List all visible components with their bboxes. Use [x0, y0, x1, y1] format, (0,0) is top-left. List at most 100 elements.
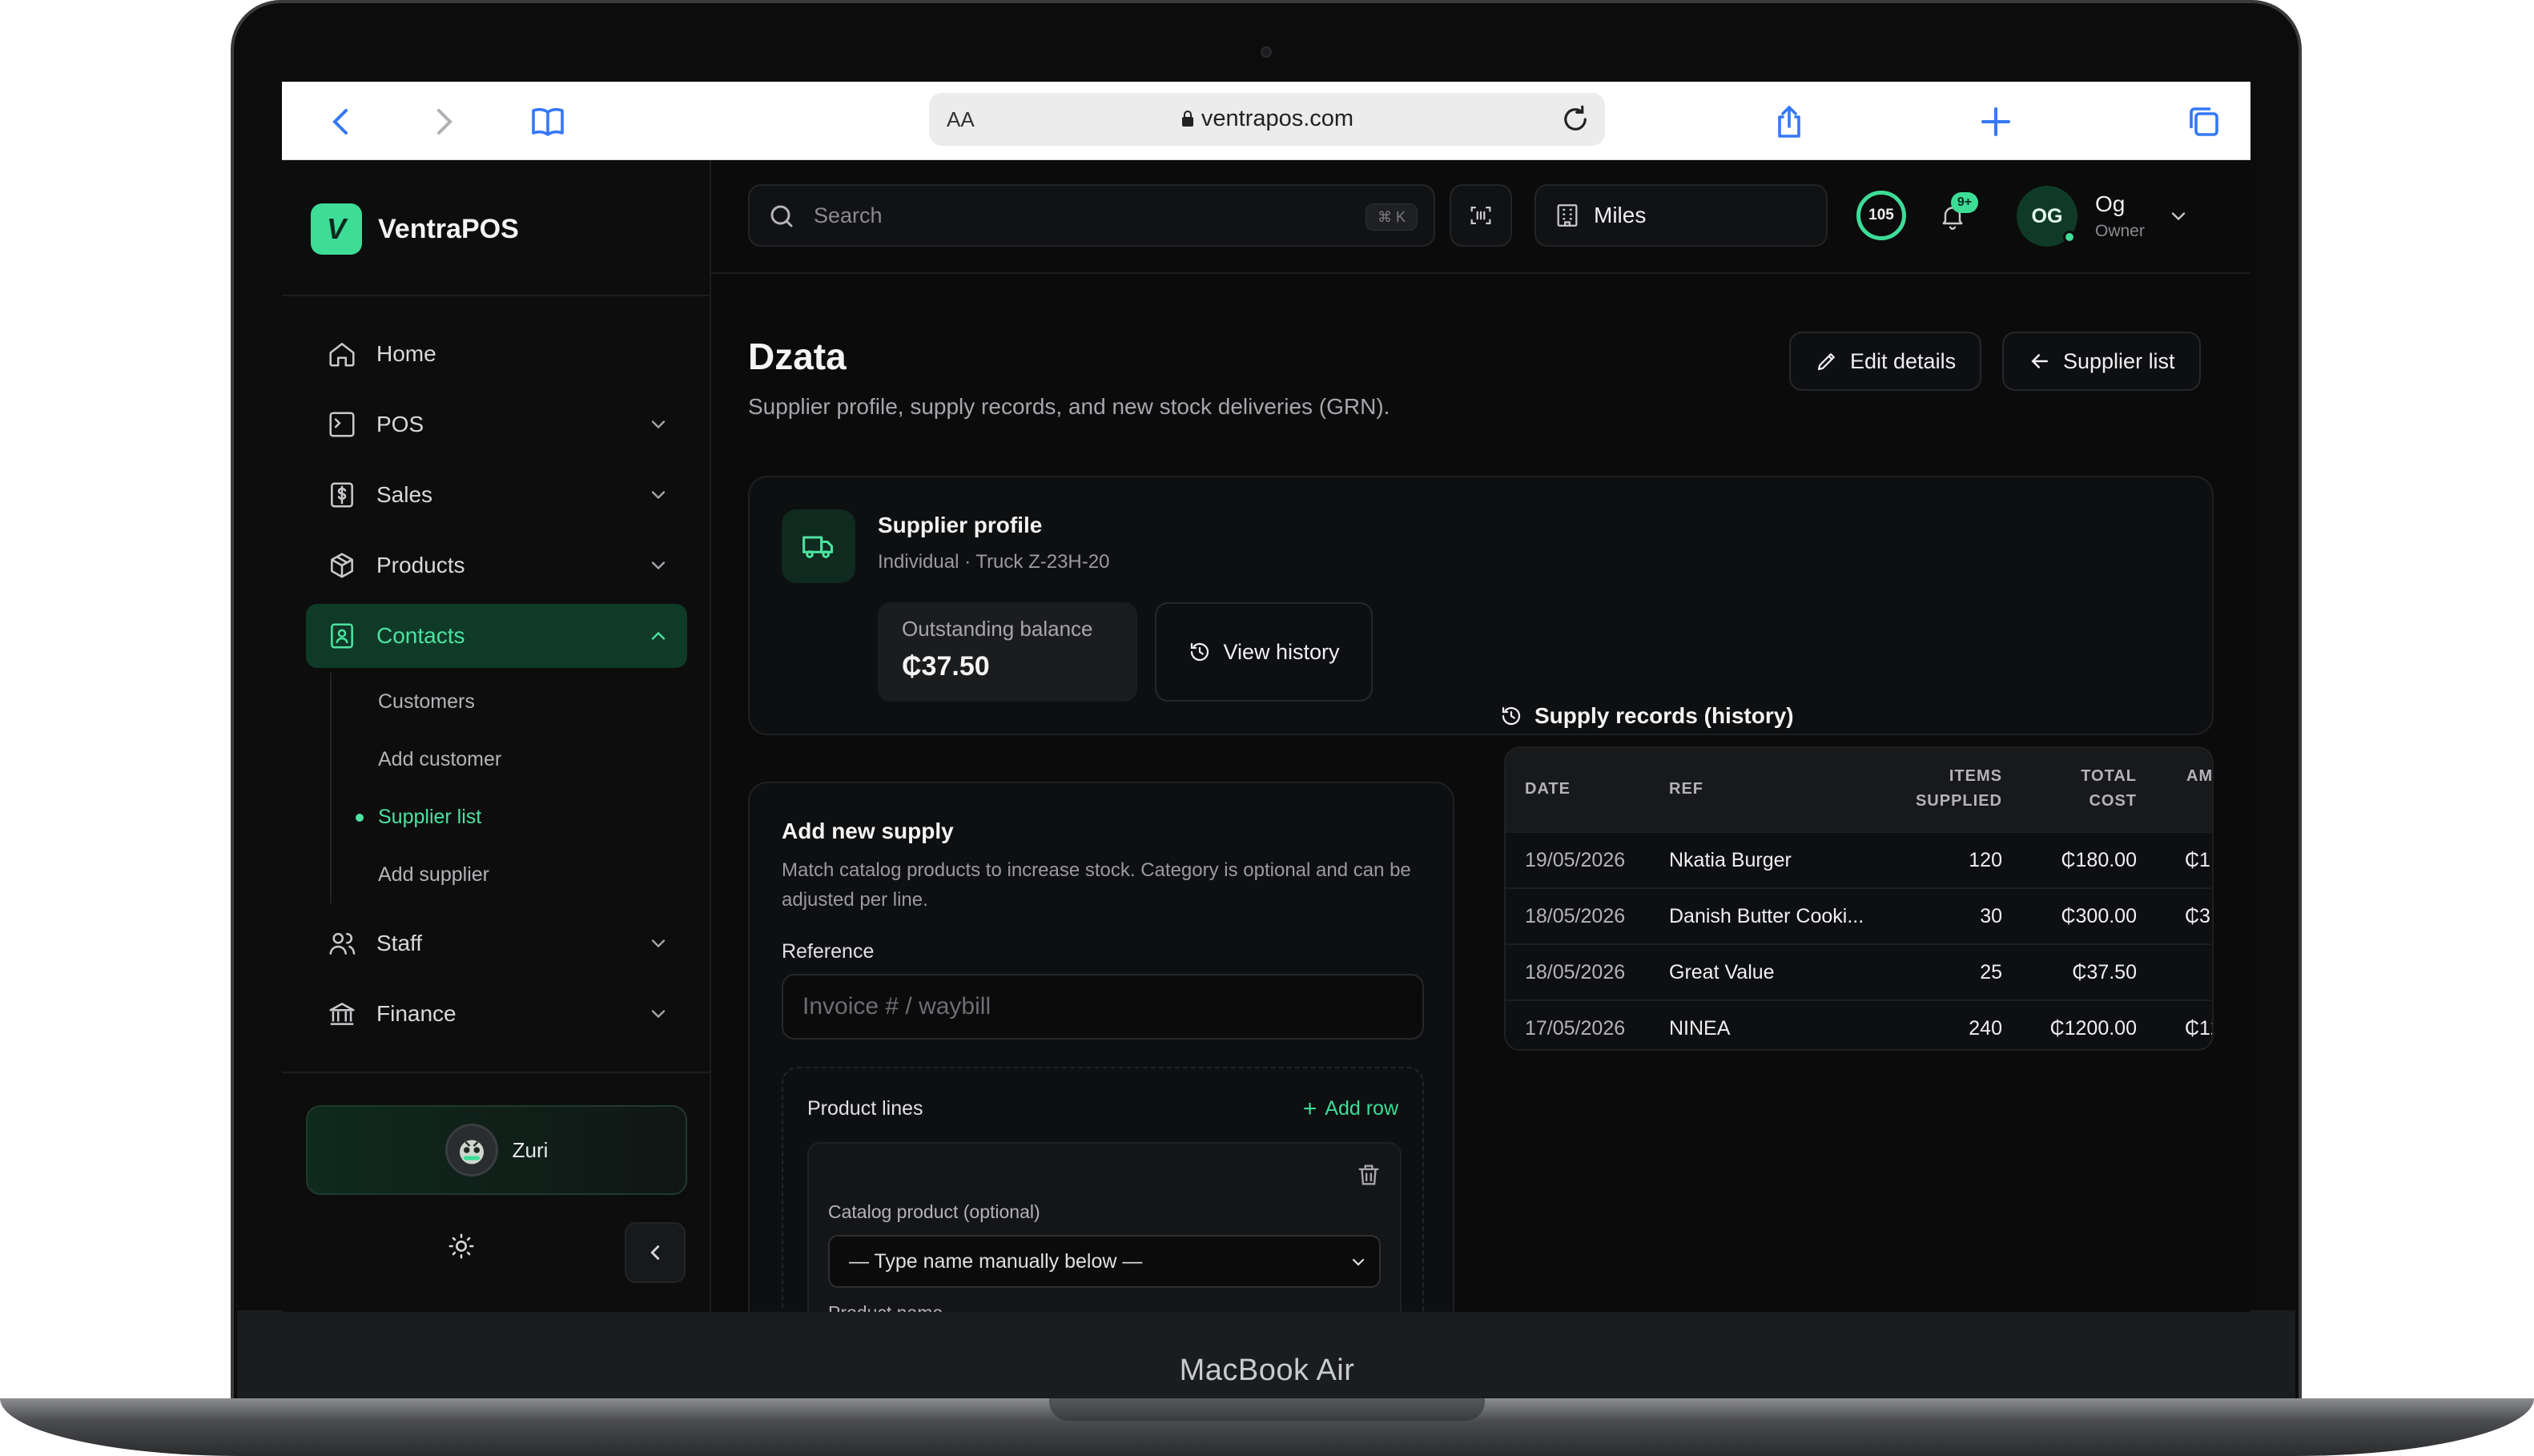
- chevron-down-icon: [651, 561, 666, 570]
- column-header-date: DATE: [1525, 780, 1571, 798]
- catalog-label: Catalog product (optional): [828, 1201, 1040, 1222]
- cell-amount: ₵3: [2185, 905, 2210, 927]
- cell-total: ₵180.00: [2061, 849, 2137, 871]
- new-tab-icon[interactable]: [1973, 99, 2018, 144]
- trash-icon[interactable]: [1355, 1161, 1382, 1189]
- sidebar-item-label: Products: [376, 553, 465, 577]
- store-selector[interactable]: Miles: [1534, 184, 1828, 247]
- column-header-ref: REF: [1669, 780, 1703, 798]
- profile-text: Og Owner: [2095, 191, 2145, 241]
- add-supply-title: Add new supply: [782, 818, 954, 843]
- column-header-amount: AM: [2186, 767, 2214, 785]
- sidebar-item-pos[interactable]: POS: [306, 392, 687, 457]
- cell-ref: Great Value: [1669, 961, 1775, 983]
- product-line-row: Catalog product (optional) — Type name m…: [807, 1142, 1402, 1312]
- profile-name: Og: [2095, 191, 2126, 216]
- sidebar-item-label: POS: [376, 412, 424, 436]
- plus-icon: +: [1302, 1095, 1317, 1122]
- search-input[interactable]: [814, 203, 1294, 228]
- profile-title: Supplier profile: [878, 513, 1043, 537]
- lock-icon: [1181, 111, 1193, 127]
- table-row[interactable]: 19/05/2026 Nkatia Burger 120 ₵180.00 ₵1: [1506, 831, 2212, 887]
- subnav-label: Customers: [378, 690, 475, 713]
- view-history-button[interactable]: View history: [1155, 602, 1373, 702]
- logo[interactable]: V VentraPOS: [311, 203, 519, 255]
- chevron-down-icon: [651, 491, 666, 500]
- home-icon: [325, 337, 359, 371]
- truck-icon-box: [782, 509, 855, 583]
- cell-items: 25: [1980, 961, 2002, 983]
- cell-date: 19/05/2026: [1525, 849, 1626, 871]
- subnav-add-customer[interactable]: Add customer: [332, 730, 687, 788]
- cell-ref: NINEA: [1669, 1017, 1731, 1040]
- sidebar-item-home[interactable]: Home: [306, 322, 687, 386]
- share-icon[interactable]: [1767, 99, 1812, 144]
- subnav-label: Supplier list: [378, 805, 482, 828]
- score-badge[interactable]: 105: [1856, 191, 1906, 240]
- subnav-add-supplier[interactable]: Add supplier: [332, 846, 687, 903]
- sidebar-item-staff[interactable]: Staff: [306, 911, 687, 975]
- table-row[interactable]: 17/05/2026 NINEA 240 ₵1200.00 ₵12: [1506, 999, 2212, 1049]
- chevron-down-icon: [651, 939, 666, 948]
- tabs-overview-icon[interactable]: [2182, 99, 2226, 144]
- bank-icon: [325, 997, 359, 1031]
- product-name-label: Product name: [828, 1302, 943, 1312]
- reference-label: Reference: [782, 940, 875, 963]
- url-display: ventrapos.com: [929, 106, 1605, 132]
- profile-subtitle: Individual · Truck Z-23H-20: [878, 551, 1110, 573]
- avatar-initials: OG: [2031, 204, 2063, 227]
- avatar: OG: [2017, 186, 2077, 247]
- address-bar[interactable]: AA ventrapos.com: [929, 93, 1605, 146]
- sidebar: V VentraPOS Home POS Sales Products Cont…: [282, 160, 711, 1312]
- notification-count-badge: 9+: [1951, 192, 1978, 213]
- search-shortcut: ⌘ K: [1365, 203, 1418, 231]
- table-row[interactable]: 18/05/2026 Danish Butter Cooki... 30 ₵30…: [1506, 887, 2212, 943]
- edit-details-button[interactable]: Edit details: [1789, 332, 1982, 391]
- sun-icon: [448, 1233, 474, 1259]
- forward-arrow-icon[interactable]: [421, 99, 466, 144]
- supply-records-header: Supply records (history): [1499, 703, 1794, 729]
- supplier-list-button[interactable]: Supplier list: [2002, 332, 2201, 391]
- chevron-down-icon: [1352, 1258, 1365, 1266]
- select-value: — Type name manually below —: [849, 1249, 1143, 1273]
- subnav-customers[interactable]: Customers: [332, 673, 687, 730]
- cell-total: ₵1200.00: [2049, 1017, 2137, 1040]
- chevron-left-icon: [650, 1245, 660, 1260]
- supply-records-table[interactable]: DATE REF ITEMS SUPPLIED TOTAL COST AM 19…: [1504, 746, 2214, 1051]
- laptop-notch: [1049, 1398, 1485, 1421]
- collapse-sidebar-button[interactable]: [625, 1222, 686, 1283]
- package-icon: [325, 549, 359, 582]
- cell-date: 17/05/2026: [1525, 1017, 1626, 1040]
- user-card[interactable]: Zuri: [306, 1105, 687, 1195]
- sidebar-item-sales[interactable]: Sales: [306, 463, 687, 527]
- bookmarks-icon[interactable]: [525, 99, 570, 144]
- truck-icon: [802, 536, 834, 558]
- search-box[interactable]: ⌘ K: [748, 184, 1435, 247]
- reference-input[interactable]: [782, 974, 1424, 1040]
- search-icon: [770, 205, 793, 227]
- divider: [282, 295, 710, 296]
- main-content: Dzata Supplier profile, supply records, …: [748, 274, 2214, 1312]
- camera: [1261, 46, 1272, 58]
- cell-items: 240: [1969, 1017, 2002, 1040]
- profile-menu[interactable]: OG Og Owner: [2017, 183, 2225, 250]
- reload-icon[interactable]: [1559, 103, 1592, 136]
- sidebar-item-label: Home: [376, 341, 436, 366]
- sidebar-item-products[interactable]: Products: [306, 533, 687, 597]
- back-arrow-icon[interactable]: [319, 99, 364, 144]
- theme-toggle[interactable]: [437, 1222, 485, 1270]
- subnav-supplier-list[interactable]: Supplier list: [332, 788, 687, 846]
- cell-total: ₵300.00: [2061, 905, 2137, 927]
- table-row[interactable]: 18/05/2026 Great Value 25 ₵37.50: [1506, 943, 2212, 999]
- browser-toolbar: AA ventrapos.com: [282, 82, 2250, 160]
- terminal-icon: [325, 408, 359, 441]
- add-supply-description: Match catalog products to increase stock…: [782, 859, 1411, 911]
- button-label: View history: [1223, 639, 1340, 664]
- sidebar-item-finance[interactable]: Finance: [306, 982, 687, 1046]
- catalog-product-select[interactable]: — Type name manually below —: [828, 1235, 1381, 1288]
- barcode-scan-button[interactable]: [1450, 184, 1512, 247]
- online-status-dot: [2063, 231, 2076, 243]
- sidebar-item-contacts[interactable]: Contacts: [306, 604, 687, 668]
- sidebar-item-label: Staff: [376, 931, 423, 955]
- add-row-button[interactable]: + Add row: [1302, 1095, 1398, 1122]
